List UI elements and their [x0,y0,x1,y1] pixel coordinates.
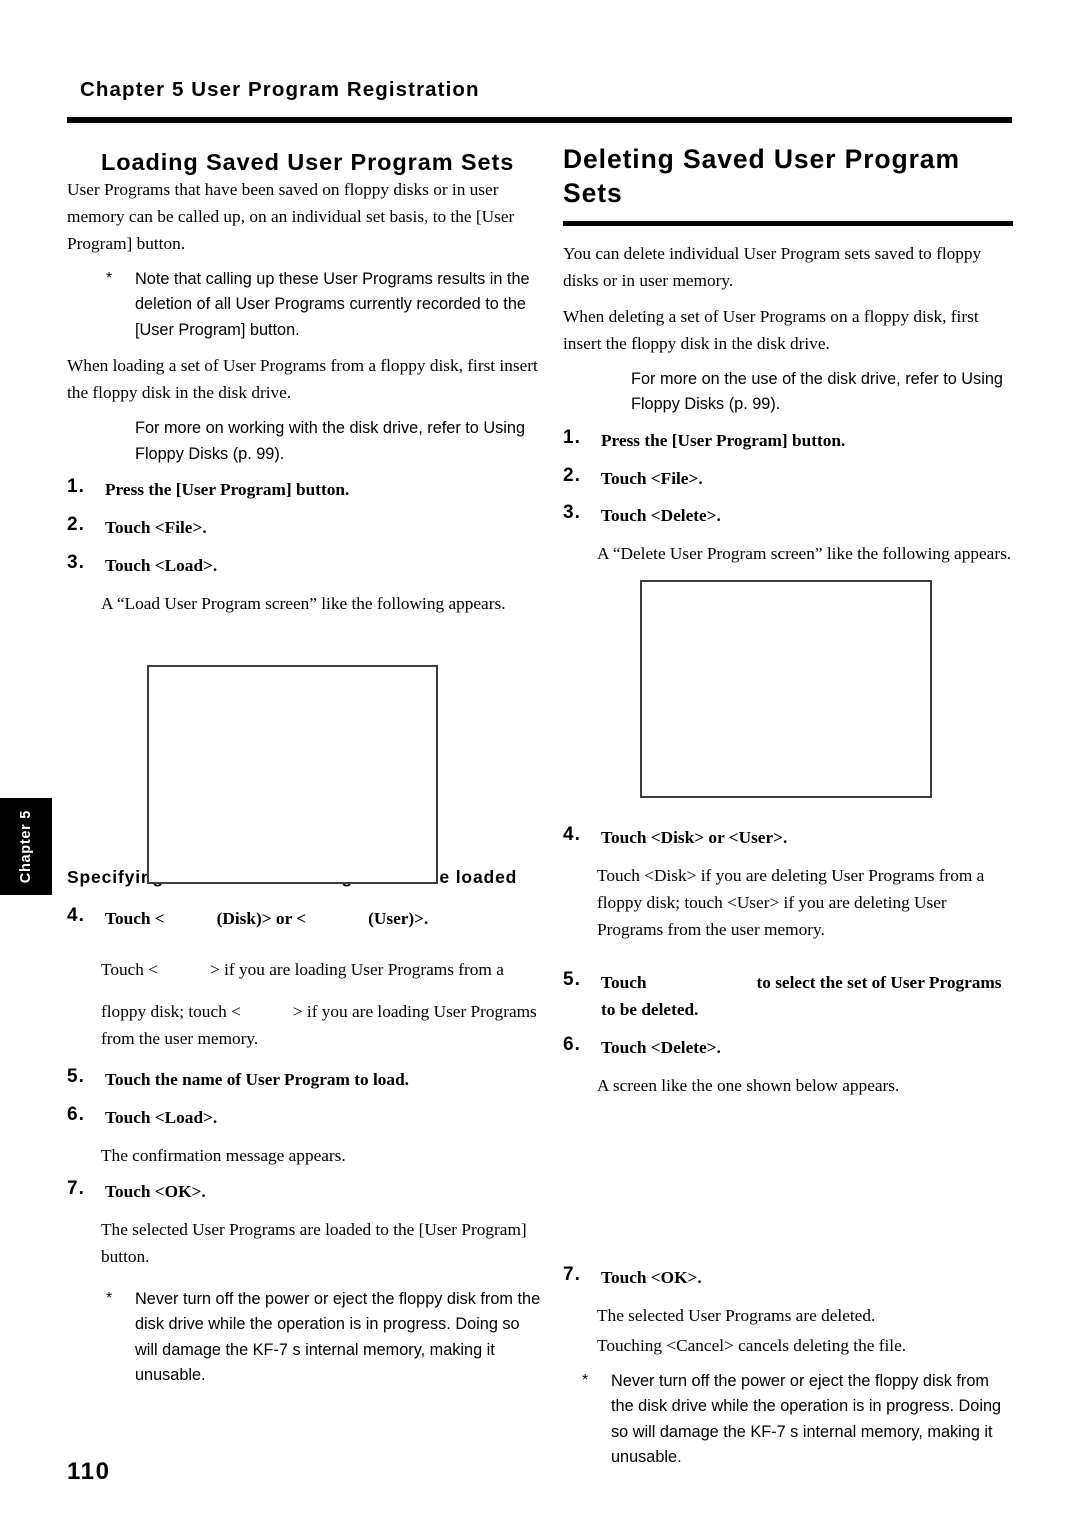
asterisk-marker: * [106,1289,113,1307]
step-number: 1. [67,476,85,498]
left-step-4: 4. Touch < (Disk)> or < (User)>. [67,904,545,933]
step-number: 5. [563,969,581,991]
right-heading-rule [563,220,1013,226]
left-after-step-7: The selected User Programs are loaded to… [101,1219,527,1266]
right-paragraph-2: When deleting a set of User Programs on … [563,306,979,353]
step-4-part-3: (User)>. [368,908,429,928]
right-step-4: 4. Touch <Disk> or <User>. [563,824,1013,852]
step-4-body-2: > if you are loading User Programs from … [210,959,504,979]
left-step-6: 6. Touch <Load>. [67,1104,545,1132]
right-after-step-7-a: The selected User Programs are deleted. [597,1306,876,1326]
load-user-program-screen-figure [147,665,438,884]
step-text: Press the [User Program] button. [105,480,350,500]
step-number: 6. [563,1034,581,1056]
left-step-4-body: Touch < > if you are loading User Program… [101,955,545,985]
left-step-7: 7. Touch <OK>. [67,1178,545,1206]
chapter-tab-label: Chapter 5 [18,809,34,884]
page-number: 110 [67,1458,111,1485]
left-warning-note: * Never turn off the power or eject the … [101,1287,545,1389]
left-warning-text: Never turn off the power or eject the fl… [135,1289,541,1385]
right-step-1: 1. Press the [User Program] button. [563,426,1013,455]
asterisk-marker: * [106,269,113,287]
right-warning-note: * Never turn off the power or eject the … [577,1369,1013,1471]
left-note-1: * Note that calling up these User Progra… [101,267,545,343]
right-note-1-text: For more on the use of the disk drive, r… [631,369,1003,414]
right-after-step-6: A screen like the one shown below appear… [597,1076,900,1096]
step-4-part-2: (Disk)> or < [216,908,307,928]
left-after-step-6: The confirmation message appears. [101,1146,346,1166]
right-column: Deleting Saved User Program Sets You can… [563,143,1013,1481]
step-text: Touch <Disk> or <User>. [601,828,788,848]
step-4-part-1: Touch < [105,908,165,928]
left-paragraph-2: When loading a set of User Programs from… [67,356,538,403]
left-note-2: For more on working with the disk drive,… [101,416,545,467]
step-text: Press the [User Program] button. [601,430,846,450]
step-number: 6. [67,1104,85,1126]
asterisk-marker: * [582,1372,589,1390]
right-section-heading: Deleting Saved User Program Sets [563,144,960,208]
step-text: Touch the name of User Program to load. [105,1070,410,1090]
right-step-7: 7. Touch <OK>. [563,1264,1013,1292]
step-text: Touch <Load>. [105,1108,218,1128]
step-text: Touch <Delete>. [601,506,721,526]
step-text: Touch <Delete>. [601,1038,721,1058]
right-warning-text: Never turn off the power or eject the fl… [611,1372,1002,1467]
step-5-part-2: to select the set of User Programs to be… [601,973,1002,1020]
step-number: 5. [67,1066,85,1088]
step-4-body-4: > if you are loading User [292,1002,467,1022]
step-number: 2. [563,464,581,486]
left-step-4-body-cont: floppy disk; touch < > if you are loading… [101,999,545,1053]
step-4-body-1: Touch < [101,959,159,979]
right-step-6: 6. Touch <Delete>. [563,1034,1013,1062]
running-header-chapter-title: Chapter 5 User Program Registration [80,78,480,101]
step-number: 3. [563,502,581,524]
left-step-3: 3. Touch <Load>. [67,551,545,580]
step-text: Touch <OK>. [105,1182,206,1201]
right-step-2: 2. Touch <File>. [563,464,1013,493]
step-number: 4. [67,904,85,926]
left-intro-paragraph: User Programs that have been saved on fl… [67,180,515,254]
left-step-2: 2. Touch <File>. [67,514,545,542]
step-4-body-3: floppy disk; touch < [101,1002,241,1022]
right-after-step-7-b: Touching <Cancel> cancels deleting the f… [597,1336,907,1356]
right-after-step-3: A “Delete User Program screen” like the … [597,544,1012,564]
step-number: 4. [563,824,581,846]
step-text: Touch <OK>. [601,1268,702,1288]
step-5-part-1: Touch [601,973,647,993]
right-intro-paragraph: You can delete individual User Program s… [563,243,982,290]
document-page: Chapter 5 User Program Registration Chap… [0,0,1080,1528]
left-section-heading: Loading Saved User Program Sets [101,149,515,175]
left-note-2-text: For more on working with the disk drive,… [135,419,525,463]
step-number: 2. [67,514,85,535]
delete-user-program-screen-figure [640,580,932,798]
left-after-step-3: A “Load User Program screen” like the fo… [101,593,506,613]
step-number: 7. [67,1178,85,1199]
header-divider-rule [67,117,1012,123]
left-step-1: 1. Press the [User Program] button. [67,476,545,504]
right-step-3: 3. Touch <Delete>. [563,502,1013,530]
step-text: Touch <File>. [601,468,703,488]
step-number: 1. [563,426,581,448]
right-blank-figure-spacer [563,1109,1013,1265]
step-number: 3. [67,551,85,573]
left-step-5: 5. Touch the name of User Program to loa… [67,1066,545,1094]
right-note-1: For more on the use of the disk drive, r… [597,367,1013,418]
left-note-1-text: Note that calling up these User Programs… [135,269,530,339]
chapter-thumb-tab: Chapter 5 [0,798,52,895]
step-text: Touch <Load>. [105,555,218,575]
step-text: Touch <File>. [105,518,207,537]
step-number: 7. [563,1264,581,1286]
right-step-4-body: Touch <Disk> if you are deleting User Pr… [597,866,985,940]
right-step-5: 5. Touch to select the set of User Progra… [563,969,1013,1024]
